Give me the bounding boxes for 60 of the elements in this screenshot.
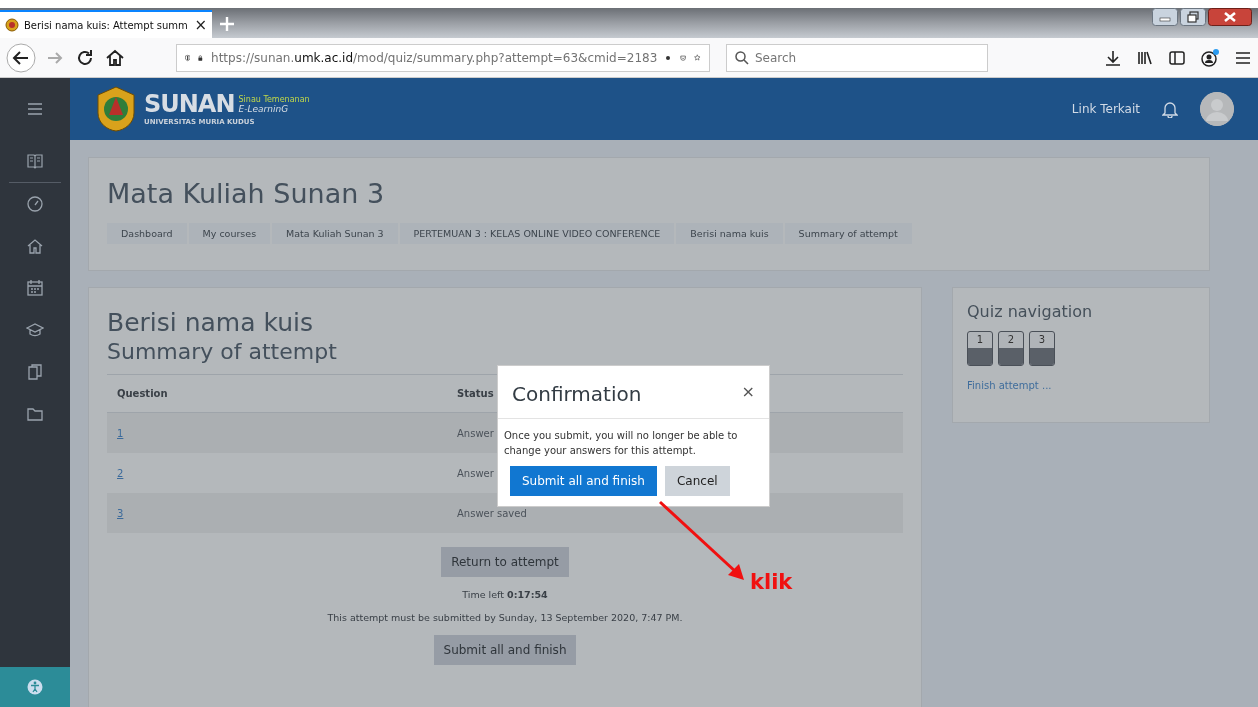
dialog-message: Once you submit, you will no longer be able to change your answers for this attempt. [504, 429, 739, 458]
breadcrumb-item[interactable]: PERTEMUAN 3 : KELAS ONLINE VIDEO CONFERENCE [399, 223, 675, 244]
calendar-icon[interactable] [26, 279, 44, 297]
browser-tab[interactable]: Berisi nama kuis: Attempt summ × [0, 10, 212, 38]
account-icon[interactable] [1200, 47, 1220, 68]
quiz-navigation-title: Quiz navigation [967, 302, 1094, 321]
question-button[interactable]: 1 [967, 331, 993, 366]
accessibility-button[interactable] [0, 667, 70, 707]
graduation-cap-icon[interactable] [26, 321, 44, 339]
download-icon[interactable] [1104, 48, 1122, 67]
deadline-text: This attempt must be submitted by Sunday, 13 September 2020, 7:47 PM. [327, 612, 683, 623]
question-link[interactable]: 1 [117, 427, 124, 439]
breadcrumb-item[interactable]: My courses [188, 223, 271, 244]
return-to-attempt-button[interactable]: Return to attempt [441, 547, 569, 577]
submit-all-button[interactable]: Submit all and finish [510, 466, 657, 496]
folder-icon[interactable] [26, 405, 44, 423]
book-icon[interactable] [26, 152, 44, 170]
bell-icon[interactable] [1162, 100, 1178, 118]
nav-link[interactable]: Link Terkait [1071, 102, 1140, 116]
search-field[interactable]: Search [726, 43, 988, 72]
status-text: Answer [457, 427, 494, 439]
brand-name: SUNAN [144, 92, 235, 116]
breadcrumb-item[interactable]: Mata Kuliah Sunan 3 [272, 223, 398, 244]
column-header: Question [107, 374, 447, 413]
breadcrumb-item[interactable]: Summary of attempt [784, 223, 912, 244]
search-icon [735, 50, 749, 65]
submit-all-button[interactable]: Submit all and finish [433, 635, 577, 665]
course-title: Mata Kuliah Sunan 3 [107, 178, 386, 209]
close-button[interactable]: × [741, 382, 755, 401]
question-link[interactable]: 3 [117, 507, 124, 519]
cancel-button[interactable]: Cancel [664, 466, 730, 496]
breadcrumb-item[interactable]: Dashboard [107, 223, 187, 244]
brand-tagline: Sinau Temenanan [238, 94, 310, 104]
question-button[interactable]: 3 [1029, 331, 1055, 366]
close-icon[interactable] [1208, 8, 1252, 26]
university-emblem-icon [94, 85, 138, 133]
plus-icon[interactable] [218, 15, 236, 33]
annotation-text: klik [750, 570, 793, 594]
menu-icon[interactable] [26, 100, 44, 118]
tab-close-button[interactable]: × [194, 17, 207, 33]
quiz-title: Berisi nama kuis [107, 308, 314, 337]
gauge-icon[interactable] [26, 195, 44, 213]
status-text: Answer saved [457, 507, 527, 519]
restore-icon[interactable] [1180, 8, 1206, 26]
sidebar-icon[interactable] [1168, 48, 1186, 67]
time-left-text: Time left 0:17:54 [462, 589, 548, 600]
accessibility-icon [27, 679, 43, 695]
avatar[interactable] [1200, 92, 1234, 126]
breadcrumb-item[interactable]: Berisi nama kuis [676, 223, 783, 244]
dialog-title: Confirmation [512, 382, 642, 406]
emblem-icon [5, 18, 19, 32]
tab-title: Berisi nama kuis: Attempt summ [24, 19, 188, 31]
status-text: Answer [457, 467, 494, 479]
finish-attempt-link[interactable]: Finish attempt ... [967, 380, 1052, 391]
question-link[interactable]: 2 [117, 467, 124, 479]
summary-heading: Summary of attempt [107, 339, 338, 364]
product-name: E-LearninG [238, 103, 290, 114]
back-icon[interactable] [6, 42, 36, 73]
documents-icon[interactable] [26, 363, 44, 381]
question-button[interactable]: 2 [998, 331, 1024, 366]
